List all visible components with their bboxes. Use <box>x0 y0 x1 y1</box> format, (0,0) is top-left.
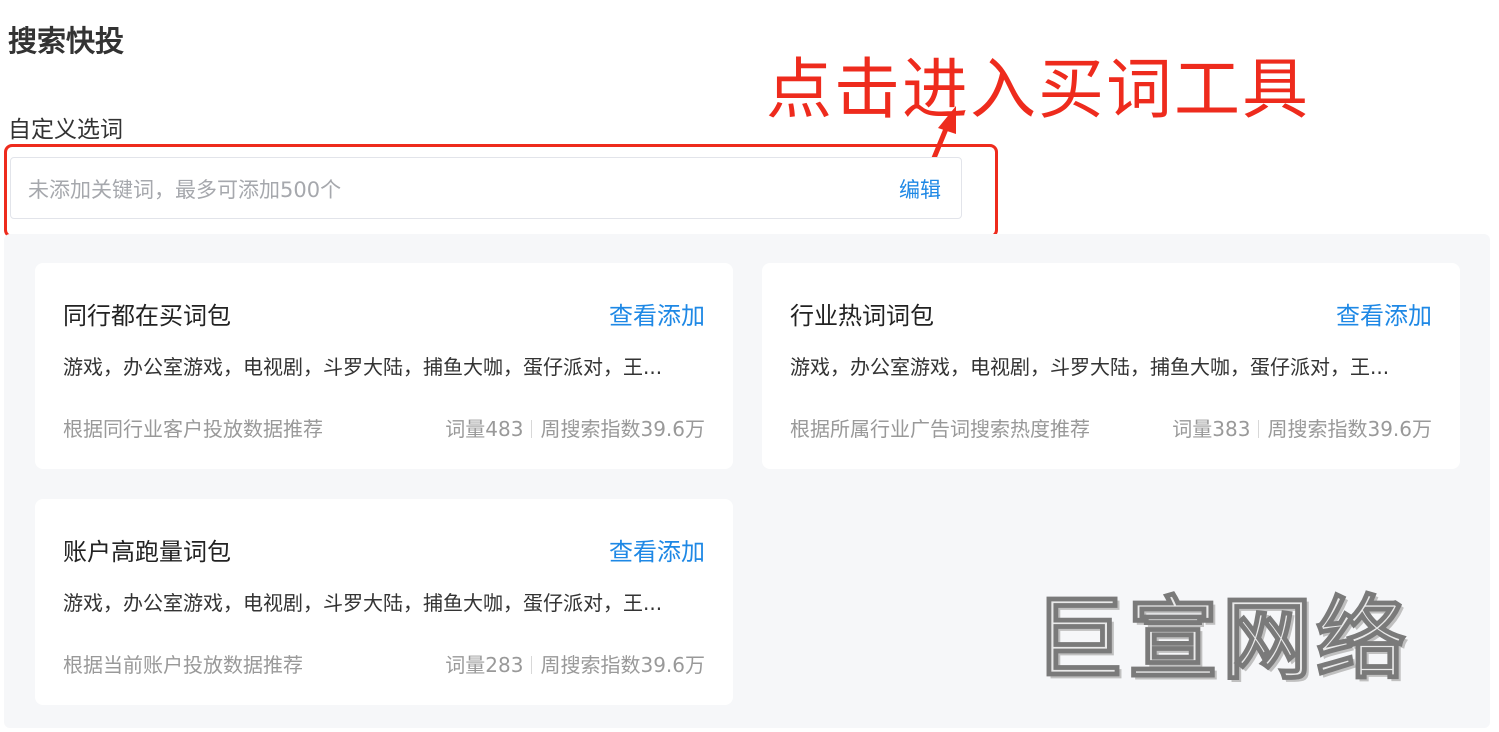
stats-divider <box>1258 420 1260 438</box>
package-stats: 词量483 周搜索指数39.6万 <box>445 413 705 442</box>
keyword-input[interactable]: 未添加关键词，最多可添加500个 编辑 <box>10 157 962 219</box>
package-keywords: 游戏，办公室游戏，电视剧，斗罗大陆，捕鱼大咖，蛋仔派对，王... <box>63 591 663 615</box>
keyword-input-placeholder: 未添加关键词，最多可添加500个 <box>28 178 342 202</box>
stats-divider <box>531 420 533 438</box>
weekly-index: 周搜索指数39.6万 <box>1267 417 1432 441</box>
package-description: 根据当前账户投放数据推荐 <box>63 653 303 677</box>
package-card-peers: 同行都在买词包 查看添加 游戏，办公室游戏，电视剧，斗罗大陆，捕鱼大咖，蛋仔派对… <box>35 263 733 469</box>
view-add-button[interactable]: 查看添加 <box>609 296 705 331</box>
package-title: 同行都在买词包 <box>63 302 231 330</box>
watermark: 巨宣网络 <box>1033 586 1410 693</box>
package-stats: 词量383 周搜索指数39.6万 <box>1172 413 1432 442</box>
package-keywords: 游戏，办公室游戏，电视剧，斗罗大陆，捕鱼大咖，蛋仔派对，王... <box>790 355 1390 379</box>
view-add-button[interactable]: 查看添加 <box>1336 296 1432 331</box>
weekly-index: 周搜索指数39.6万 <box>540 417 705 441</box>
word-count: 词量283 <box>445 653 524 677</box>
package-keywords: 游戏，办公室游戏，电视剧，斗罗大陆，捕鱼大咖，蛋仔派对，王... <box>63 355 663 379</box>
package-description: 根据同行业客户投放数据推荐 <box>63 417 323 441</box>
package-card-account: 账户高跑量词包 查看添加 游戏，办公室游戏，电视剧，斗罗大陆，捕鱼大咖，蛋仔派对… <box>35 499 733 705</box>
page-title: 搜索快投 <box>8 24 125 58</box>
word-count: 词量383 <box>1172 417 1251 441</box>
weekly-index: 周搜索指数39.6万 <box>540 653 705 677</box>
stats-divider <box>531 656 533 674</box>
view-add-button[interactable]: 查看添加 <box>609 532 705 567</box>
edit-keywords-button[interactable]: 编辑 <box>899 174 941 204</box>
package-stats: 词量283 周搜索指数39.6万 <box>445 649 705 678</box>
package-card-industry: 行业热词词包 查看添加 游戏，办公室游戏，电视剧，斗罗大陆，捕鱼大咖，蛋仔派对，… <box>762 263 1460 469</box>
word-count: 词量483 <box>445 417 524 441</box>
package-title: 账户高跑量词包 <box>63 538 231 566</box>
custom-keywords-label: 自定义选词 <box>8 117 123 143</box>
package-description: 根据所属行业广告词搜索热度推荐 <box>790 417 1090 441</box>
package-title: 行业热词词包 <box>790 302 934 330</box>
annotation-callout: 点击进入买词工具 <box>766 51 1310 128</box>
